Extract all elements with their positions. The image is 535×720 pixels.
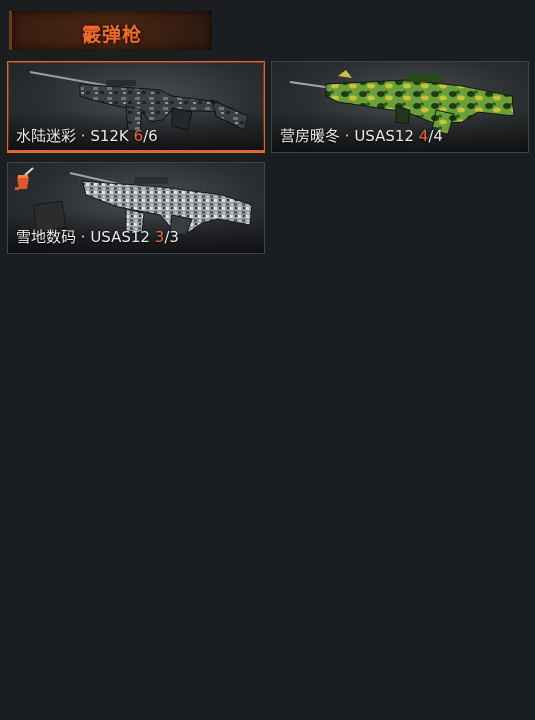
- weapon-name: S12K: [90, 127, 129, 145]
- weapon-skin-label: 水陆迷彩 · S12K 6/6: [16, 125, 158, 146]
- skin-name: 水陆迷彩: [16, 127, 77, 145]
- weapon-skin-label: 雪地数码 · USAS12 3/3: [16, 226, 179, 247]
- paint-brush-icon: [15, 167, 34, 190]
- name-separator: ·: [76, 228, 91, 246]
- name-separator: ·: [340, 127, 355, 145]
- category-header: 霰弹枪: [9, 11, 212, 50]
- skin-name: 营房暖冬: [280, 127, 341, 145]
- weapon-skin-card-s12k[interactable]: 水陆迷彩 · S12K 6/6: [7, 61, 265, 153]
- weapon-skin-label: 营房暖冬 · USAS12 4/4: [280, 125, 443, 146]
- total-count: 3: [169, 228, 179, 246]
- category-title: 霰弹枪: [81, 24, 142, 46]
- weapon-skin-card-usas12-green[interactable]: 营房暖冬 · USAS12 4/4: [271, 61, 529, 153]
- total-count: 4: [433, 127, 443, 145]
- owned-count: 6: [133, 127, 144, 145]
- weapon-name: USAS12: [90, 228, 150, 246]
- name-separator: ·: [76, 127, 91, 145]
- selected-indicator: [8, 150, 264, 152]
- total-count: 6: [148, 127, 158, 145]
- weapon-name: USAS12: [354, 127, 414, 145]
- owned-count: 4: [418, 127, 429, 145]
- owned-count: 3: [154, 228, 165, 246]
- skin-name: 雪地数码: [16, 228, 77, 246]
- weapon-skin-card-usas12-snow[interactable]: 雪地数码 · USAS12 3/3: [7, 162, 265, 254]
